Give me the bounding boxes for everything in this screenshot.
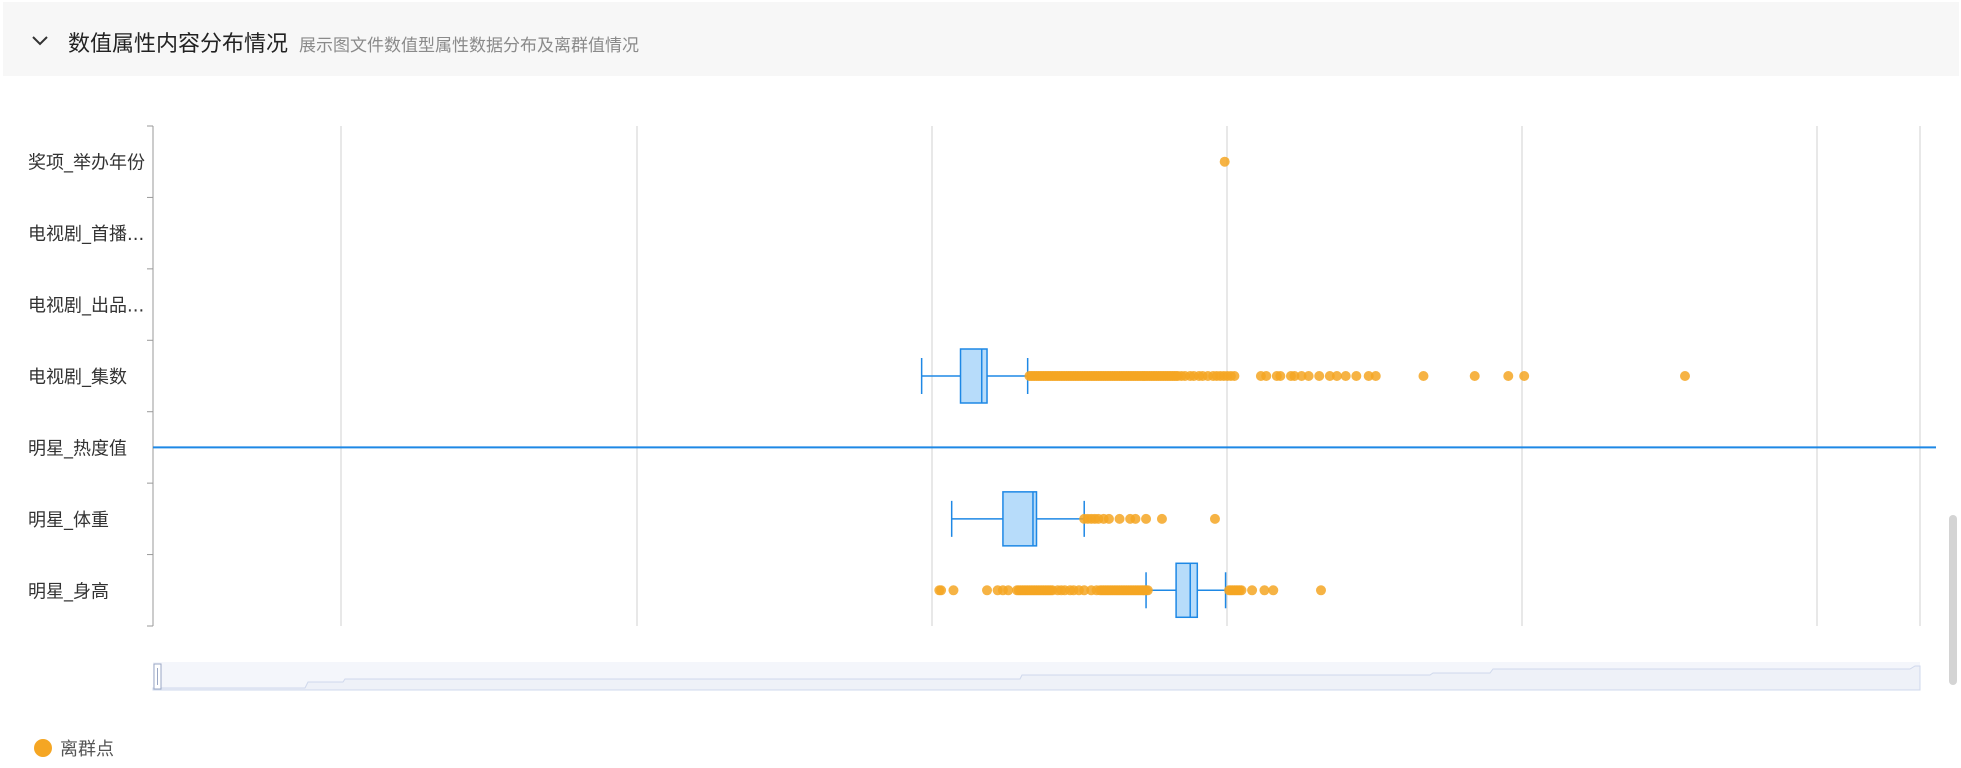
box-iqr[interactable] <box>1175 562 1199 619</box>
y-axis-label: 电视剧_集数 <box>28 367 127 388</box>
outlier-point[interactable] <box>1469 371 1480 381</box>
outlier-point[interactable] <box>1103 513 1114 524</box>
outlier-point[interactable] <box>1141 513 1152 524</box>
y-axis-label: 奖项_举办年份 <box>28 153 145 174</box>
outlier-point[interactable] <box>1370 371 1381 381</box>
outlier-point[interactable] <box>1331 371 1342 381</box>
outlier-point[interactable] <box>1351 371 1362 381</box>
outlier-point[interactable] <box>1259 585 1270 596</box>
outlier-point[interactable] <box>1142 585 1153 596</box>
outlier-point[interactable] <box>1418 371 1429 381</box>
outlier-point[interactable] <box>1261 371 1272 381</box>
outlier-point[interactable] <box>1219 156 1230 167</box>
outlier-point[interactable] <box>1236 585 1247 596</box>
outlier-point[interactable] <box>1209 513 1220 524</box>
box-iqr[interactable] <box>1002 491 1038 547</box>
outlier-point[interactable] <box>1503 371 1514 381</box>
y-axis-label: 明星_热度值 <box>28 438 127 459</box>
outlier-point[interactable] <box>948 585 959 596</box>
outlier-point[interactable] <box>1314 371 1325 381</box>
outlier-point[interactable] <box>1268 585 1279 596</box>
outlier-point[interactable] <box>1003 585 1014 596</box>
outlier-point[interactable] <box>1303 371 1314 381</box>
boxplot-chart: 奖项_举办年份电视剧_首播... 电视剧_出品... 电视剧_集数明星_热度值明星_… <box>28 125 1936 691</box>
y-axis-label: 明星_身高 <box>28 581 109 602</box>
outlier-point[interactable] <box>1340 371 1351 381</box>
legend-marker <box>34 739 52 757</box>
outlier-point[interactable] <box>1130 513 1141 524</box>
y-axis-label: 电视剧_首播... <box>28 224 144 245</box>
box-iqr[interactable] <box>959 348 988 404</box>
vertical-scrollbar[interactable] <box>1949 515 1957 685</box>
outlier-point[interactable] <box>1229 371 1240 381</box>
legend-label: 离群点 <box>60 739 114 760</box>
outlier-point[interactable] <box>1114 513 1125 524</box>
outlier-point[interactable] <box>1315 585 1326 596</box>
outlier-point[interactable] <box>1519 371 1530 381</box>
outlier-point[interactable] <box>982 585 993 596</box>
outlier-point[interactable] <box>1275 371 1286 381</box>
legend-item-outlier[interactable]: 离群点 <box>34 736 114 760</box>
y-axis-label: 明星_体重 <box>28 510 109 531</box>
outlier-point[interactable] <box>1247 585 1258 596</box>
outlier-point[interactable] <box>1156 513 1167 524</box>
outlier-point[interactable] <box>936 585 947 596</box>
outlier-point[interactable] <box>1679 371 1690 381</box>
y-axis-label: 电视剧_出品... <box>28 296 144 317</box>
